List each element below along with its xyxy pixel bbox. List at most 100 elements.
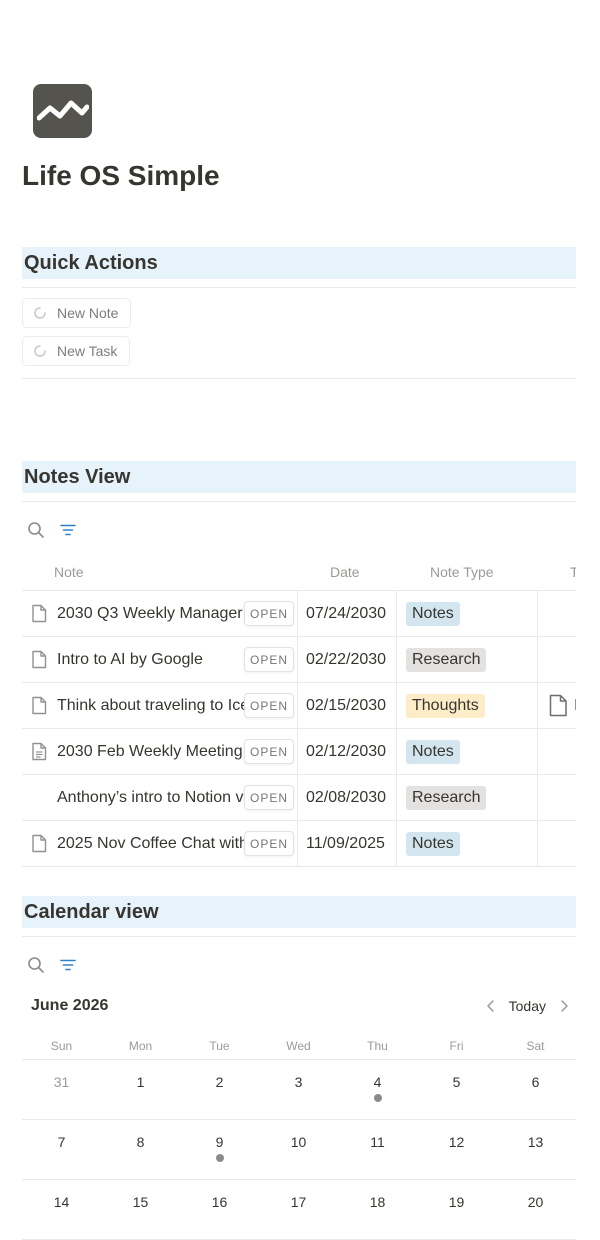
note-title[interactable]: Intro to AI by Google (57, 637, 203, 682)
note-cell[interactable]: 2030 Feb Weekly Meeting OPEN (22, 729, 298, 774)
event-dot[interactable] (373, 1094, 382, 1102)
table-row[interactable]: Anthony’s intro to Notion vi OPEN 02/08/20… (22, 775, 576, 821)
page-icon (31, 650, 47, 669)
date-cell[interactable]: 07/24/2030 (298, 591, 397, 636)
calendar-day[interactable]: 14 (22, 1180, 101, 1239)
table-row[interactable]: 2030 Q3 Weekly Manager OPEN 07/24/2030 Note… (22, 591, 576, 637)
calendar-day[interactable]: 12 (417, 1120, 496, 1179)
note-type-cell[interactable]: Research (398, 637, 538, 682)
calendar-day[interactable]: 13 (496, 1120, 575, 1179)
column-header-date[interactable]: Date (330, 554, 360, 590)
notes-toolbar (22, 516, 86, 544)
note-cell[interactable]: Intro to AI by Google OPEN (22, 637, 298, 682)
day-number: 9 (215, 1134, 224, 1150)
calendar-day[interactable]: 8 (101, 1120, 180, 1179)
calendar-day[interactable]: 4 (338, 1060, 417, 1119)
calendar-day[interactable]: 20 (496, 1180, 575, 1239)
chevron-right-icon[interactable] (552, 994, 576, 1018)
page-icon (31, 834, 47, 853)
note-type-cell[interactable]: Notes (398, 729, 538, 774)
note-type-tag: Research (406, 648, 487, 672)
calendar-day[interactable]: 5 (417, 1060, 496, 1119)
open-button[interactable]: OPEN (244, 831, 294, 856)
calendar-day[interactable]: 1 (101, 1060, 180, 1119)
calendar-week: 7 8 9 10 11 12 13 (22, 1120, 576, 1180)
search-icon[interactable] (22, 951, 50, 979)
days-of-week: Sun Mon Tue Wed Thu Fri Sat (22, 1033, 576, 1060)
open-button[interactable]: OPEN (244, 785, 294, 810)
calendar-day[interactable]: 9 (180, 1120, 259, 1179)
calendar-day[interactable]: 11 (338, 1120, 417, 1179)
day-of-week-label: Sun (50, 1039, 73, 1053)
open-button[interactable]: OPEN (244, 647, 294, 672)
loading-spinner-icon (33, 344, 47, 358)
day-of-week-label: Thu (367, 1039, 388, 1053)
note-type-cell[interactable]: Research (398, 775, 538, 820)
calendar-day[interactable]: 31 (22, 1060, 101, 1119)
calendar-nav: Today (479, 991, 576, 1021)
table-row[interactable]: Intro to AI by Google OPEN 02/22/2030 Resea… (22, 637, 576, 683)
note-cell[interactable]: 2025 Nov Coffee Chat with OPEN (22, 821, 298, 866)
extra-cell[interactable] (538, 591, 576, 636)
column-header-note-type[interactable]: Note Type (430, 554, 494, 590)
extra-cell[interactable]: I (538, 683, 576, 728)
open-button[interactable]: OPEN (244, 693, 294, 718)
filter-icon[interactable] (54, 516, 82, 544)
new-note-button[interactable]: New Note (22, 298, 131, 328)
note-type-cell[interactable]: Thoughts (398, 683, 538, 728)
note-title[interactable]: Think about traveling to Ice (57, 683, 249, 728)
day-number: 8 (136, 1134, 145, 1150)
trend-chart-icon[interactable] (33, 84, 92, 138)
note-title[interactable]: 2030 Q3 Weekly Manager (57, 591, 243, 636)
search-icon[interactable] (22, 516, 50, 544)
table-row[interactable]: 2025 Nov Coffee Chat with OPEN 11/09/2025 N… (22, 821, 576, 867)
note-title[interactable]: Anthony’s intro to Notion vi (57, 775, 247, 820)
calendar-header: June 2026 Today (22, 991, 576, 1021)
date-cell[interactable]: 02/12/2030 (298, 729, 397, 774)
note-title[interactable]: 2030 Feb Weekly Meeting (57, 729, 243, 774)
calendar-day[interactable]: 10 (259, 1120, 338, 1179)
today-button[interactable]: Today (503, 998, 552, 1014)
note-cell[interactable]: Anthony’s intro to Notion vi OPEN (22, 775, 298, 820)
table-row[interactable]: 2030 Feb Weekly Meeting OPEN 02/12/2030 Not… (22, 729, 576, 775)
open-button[interactable]: OPEN (244, 739, 294, 764)
column-header-extra[interactable]: T (570, 554, 576, 590)
calendar-day[interactable]: 16 (180, 1180, 259, 1239)
calendar-day[interactable]: 3 (259, 1060, 338, 1119)
date-cell[interactable]: 11/09/2025 (298, 821, 397, 866)
extra-cell[interactable] (538, 821, 576, 866)
note-cell[interactable]: 2030 Q3 Weekly Manager OPEN (22, 591, 298, 636)
note-type-cell[interactable]: Notes (398, 591, 538, 636)
loading-spinner-icon (33, 306, 47, 320)
calendar-day[interactable]: 7 (22, 1120, 101, 1179)
calendar-day[interactable]: 15 (101, 1180, 180, 1239)
calendar-day[interactable]: 19 (417, 1180, 496, 1239)
open-button[interactable]: OPEN (244, 601, 294, 626)
note-cell[interactable]: Think about traveling to Ice OPEN (22, 683, 298, 728)
calendar-day[interactable]: 2 (180, 1060, 259, 1119)
extra-cell[interactable] (538, 729, 576, 774)
table-body: 2030 Q3 Weekly Manager OPEN 07/24/2030 Note… (22, 591, 576, 867)
note-title[interactable]: 2025 Nov Coffee Chat with (57, 821, 248, 866)
extra-cell[interactable] (538, 775, 576, 820)
new-task-button[interactable]: New Task (22, 336, 130, 366)
calendar-day[interactable]: 18 (338, 1180, 417, 1239)
event-dot[interactable] (215, 1154, 224, 1162)
date-cell[interactable]: 02/08/2030 (298, 775, 397, 820)
extra-cell[interactable] (538, 637, 576, 682)
column-header-note[interactable]: Note (54, 554, 84, 590)
date-cell[interactable]: 02/15/2030 (298, 683, 397, 728)
date-cell[interactable]: 02/22/2030 (298, 637, 397, 682)
calendar-day[interactable]: 6 (496, 1060, 575, 1119)
calendar-toolbar (22, 951, 86, 979)
calendar-day[interactable]: 17 (259, 1180, 338, 1239)
note-type-cell[interactable]: Notes (398, 821, 538, 866)
chevron-left-icon[interactable] (479, 994, 503, 1018)
filter-icon[interactable] (54, 951, 82, 979)
page-text-icon (31, 742, 47, 761)
divider (22, 936, 576, 937)
table-row[interactable]: Think about traveling to Ice OPEN 02/15/20… (22, 683, 576, 729)
day-number: 20 (527, 1194, 544, 1210)
page-icon (548, 694, 568, 722)
day-of-week-label: Wed (286, 1039, 311, 1053)
